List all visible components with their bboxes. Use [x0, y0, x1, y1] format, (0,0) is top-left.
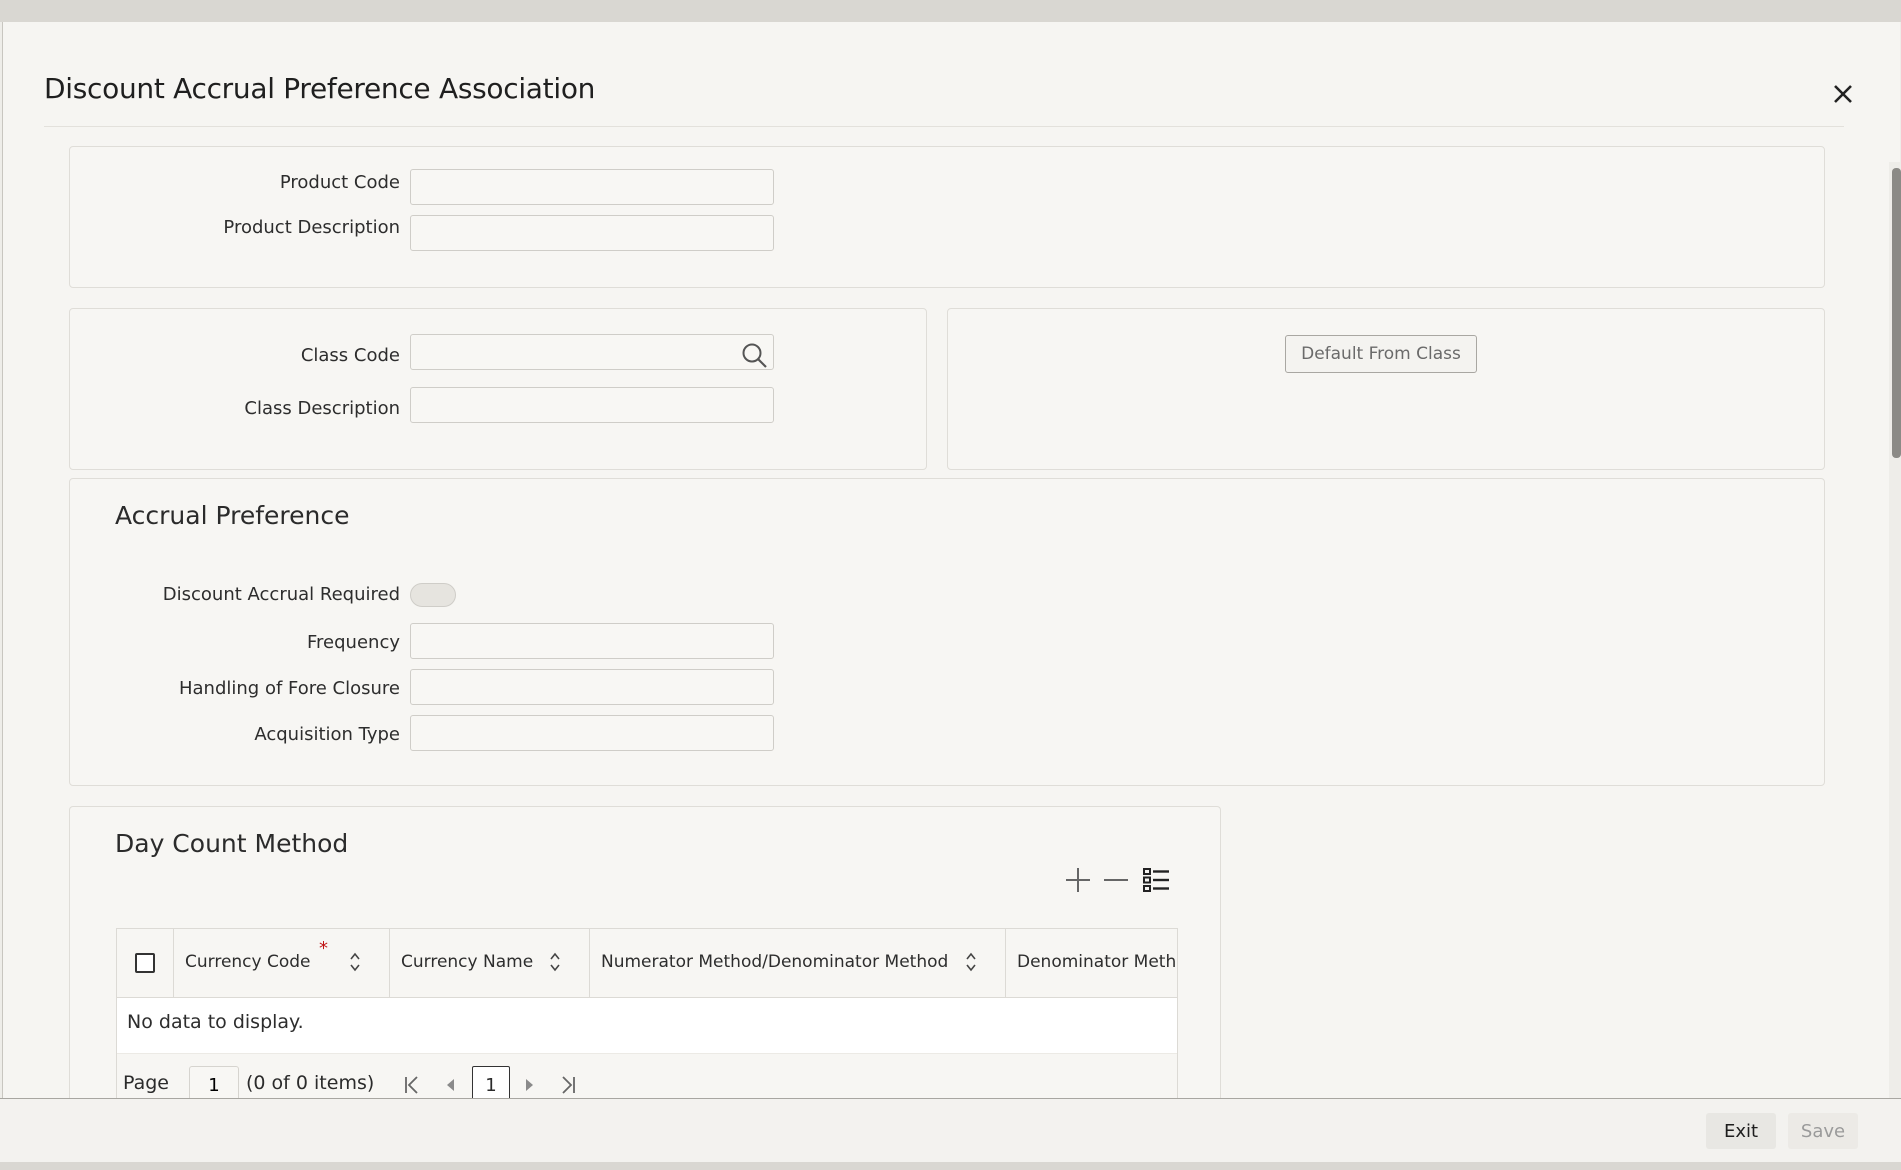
- sort-icon[interactable]: [349, 951, 361, 973]
- day-count-title: Day Count Method: [115, 829, 349, 858]
- accrual-preference-title: Accrual Preference: [115, 501, 350, 530]
- first-page-icon[interactable]: [402, 1074, 424, 1096]
- column-label: Numerator Method/Denominator Method: [601, 952, 949, 972]
- default-from-class-button[interactable]: Default From Class: [1285, 335, 1477, 373]
- class-code-label: Class Code: [300, 345, 400, 366]
- column-currency-name[interactable]: Currency Name: [390, 929, 590, 997]
- next-page-icon[interactable]: [520, 1076, 538, 1094]
- grid-header: Currency Code * Currency Name Numerator …: [117, 929, 1178, 998]
- page-label: Page: [123, 1072, 169, 1094]
- scrollbar-thumb[interactable]: [1892, 168, 1901, 458]
- dialog-window: Discount Accrual Preference Association …: [2, 22, 1901, 1162]
- items-count: (0 of 0 items): [246, 1072, 375, 1094]
- close-icon[interactable]: [1823, 74, 1863, 114]
- required-marker: *: [319, 938, 328, 959]
- column-label: Currency Name: [401, 952, 534, 972]
- dialog-footer: Exit Save: [0, 1098, 1901, 1163]
- sort-icon[interactable]: [549, 951, 561, 973]
- column-numerator-denominator[interactable]: Numerator Method/Denominator Method: [590, 929, 1006, 997]
- product-code-label: Product Code: [279, 172, 400, 193]
- fore-closure-input[interactable]: [410, 669, 774, 705]
- previous-page-icon[interactable]: [442, 1076, 460, 1094]
- discount-accrual-required-toggle[interactable]: [410, 583, 456, 607]
- plus-icon[interactable]: [1063, 865, 1093, 895]
- background-strip-bottom: [0, 1162, 1901, 1170]
- product-description-input[interactable]: [410, 215, 774, 251]
- column-denominator-method[interactable]: Denominator Metho: [1006, 929, 1178, 997]
- column-label: Currency Code: [185, 952, 311, 972]
- last-page-icon[interactable]: [556, 1074, 578, 1096]
- acquisition-type-label: Acquisition Type: [254, 724, 400, 745]
- search-icon[interactable]: [740, 341, 768, 369]
- frequency-label: Frequency: [307, 632, 400, 653]
- dialog-title: Discount Accrual Preference Association: [44, 72, 596, 105]
- acquisition-type-input[interactable]: [410, 715, 774, 751]
- list-icon[interactable]: [1141, 865, 1171, 895]
- select-all-checkbox[interactable]: [135, 953, 155, 973]
- empty-grid-message: No data to display.: [127, 1011, 304, 1033]
- class-description-input[interactable]: [410, 387, 774, 423]
- day-count-grid: Currency Code * Currency Name Numerator …: [116, 928, 1178, 1115]
- save-button[interactable]: Save: [1788, 1113, 1858, 1149]
- product-code-input[interactable]: [410, 169, 774, 205]
- fore-closure-label: Handling of Fore Closure: [178, 678, 400, 699]
- title-divider: [44, 126, 1844, 127]
- vertical-scrollbar[interactable]: [1889, 162, 1901, 1120]
- background-strip: [0, 0, 1901, 22]
- class-panel: Class Code Class Description: [69, 308, 927, 470]
- frequency-input[interactable]: [410, 623, 774, 659]
- product-panel: Product Code Product Description: [69, 146, 1825, 288]
- column-currency-code[interactable]: Currency Code *: [174, 929, 390, 997]
- sort-icon[interactable]: [965, 951, 977, 973]
- exit-button[interactable]: Exit: [1706, 1113, 1776, 1149]
- select-all-column: [117, 929, 174, 997]
- column-label: Denominator Metho: [1017, 952, 1178, 972]
- accrual-preference-panel: Accrual Preference Discount Accrual Requ…: [69, 478, 1825, 786]
- class-code-input[interactable]: [410, 334, 774, 370]
- minus-icon[interactable]: [1101, 865, 1131, 895]
- default-class-panel: Default From Class: [947, 308, 1825, 470]
- product-description-label: Product Description: [223, 217, 400, 238]
- discount-accrual-required-label: Discount Accrual Required: [162, 584, 400, 605]
- class-description-label: Class Description: [244, 398, 400, 419]
